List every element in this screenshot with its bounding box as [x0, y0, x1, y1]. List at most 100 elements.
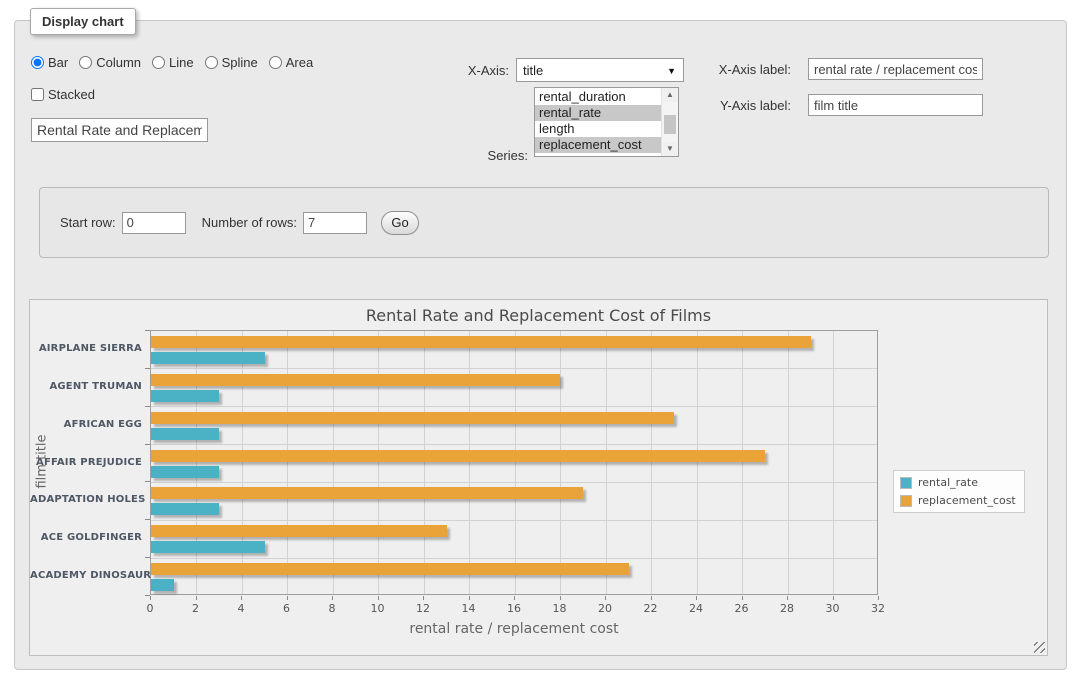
legend-item-rental_rate: rental_rate — [900, 476, 1016, 489]
x-tick-label: 6 — [272, 602, 302, 615]
chart-type-option-bar[interactable]: Bar — [31, 55, 68, 70]
x-tick-label: 0 — [135, 602, 165, 615]
x-axis-select-value: title — [523, 63, 543, 78]
legend-swatch-icon — [900, 495, 912, 507]
x-tick-label: 32 — [863, 602, 893, 615]
x-tick-mark — [378, 596, 379, 600]
resize-handle-icon[interactable] — [1034, 642, 1045, 653]
chart-type-radio-bar[interactable] — [31, 56, 44, 69]
x-tick-label: 4 — [226, 602, 256, 615]
x-tick-mark — [514, 596, 515, 600]
gridline-vertical — [697, 331, 698, 594]
category-label: AIRPLANE SIERRA — [30, 343, 142, 354]
chart-type-radio-line[interactable] — [152, 56, 165, 69]
series-listbox-scrollbar[interactable]: ▲ ▼ — [661, 88, 678, 156]
chart-legend: rental_rate replacement_cost — [893, 470, 1025, 513]
x-tick-mark — [742, 596, 743, 600]
stacked-checkbox[interactable] — [31, 88, 44, 101]
legend-item-replacement_cost: replacement_cost — [900, 494, 1016, 507]
gridline-vertical — [651, 331, 652, 594]
bar-rental_rate — [151, 428, 219, 440]
gridline-vertical — [560, 331, 561, 594]
scrollbar-thumb[interactable] — [664, 115, 676, 134]
stacked-label: Stacked — [48, 87, 95, 102]
series-option-rental_rate[interactable]: rental_rate — [535, 105, 661, 121]
gridline-vertical — [196, 331, 197, 594]
chart-type-option-area[interactable]: Area — [269, 55, 313, 70]
bar-replacement_cost — [151, 450, 765, 462]
bar-rental_rate — [151, 352, 265, 364]
gridline-vertical — [333, 331, 334, 594]
x-tick-mark — [651, 596, 652, 600]
scroll-up-icon[interactable]: ▲ — [663, 88, 677, 102]
legend-swatch-icon — [900, 477, 912, 489]
stacked-checkbox-row[interactable]: Stacked — [31, 87, 95, 102]
x-tick-mark — [833, 596, 834, 600]
x-axis-label-input[interactable] — [808, 58, 983, 80]
gridline-vertical — [469, 331, 470, 594]
chart-type-radio-spline[interactable] — [205, 56, 218, 69]
gridline-vertical — [606, 331, 607, 594]
series-option-rental_duration[interactable]: rental_duration — [535, 89, 661, 105]
y-tick-mark — [145, 595, 150, 596]
go-button[interactable]: Go — [381, 211, 419, 235]
x-tick-mark — [150, 596, 151, 600]
x-tick-mark — [287, 596, 288, 600]
x-tick-label: 24 — [681, 602, 711, 615]
bar-rental_rate — [151, 541, 265, 553]
x-tick-label: 26 — [727, 602, 757, 615]
chevron-down-icon: ▼ — [667, 66, 676, 76]
gridline-vertical — [742, 331, 743, 594]
x-tick-label: 14 — [454, 602, 484, 615]
start-row-input[interactable] — [122, 212, 186, 234]
gridline-vertical — [378, 331, 379, 594]
chart-type-radio-column[interactable] — [79, 56, 92, 69]
x-tick-mark — [787, 596, 788, 600]
bar-rental_rate — [151, 503, 219, 515]
x-tick-label: 2 — [181, 602, 211, 615]
y-tick-mark — [145, 368, 150, 369]
gridline-horizontal — [151, 406, 877, 407]
bar-rental_rate — [151, 466, 219, 478]
gridline-vertical — [242, 331, 243, 594]
chart-x-axis-title: rental rate / replacement cost — [150, 621, 878, 637]
gridline-vertical — [515, 331, 516, 594]
chart-type-option-column[interactable]: Column — [79, 55, 141, 70]
x-tick-label: 30 — [818, 602, 848, 615]
y-axis-label-input[interactable] — [808, 94, 983, 116]
y-tick-mark — [145, 519, 150, 520]
chart-panel: Rental Rate and Replacement Cost of Film… — [29, 299, 1048, 656]
y-tick-mark — [145, 406, 150, 407]
x-tick-label: 22 — [636, 602, 666, 615]
series-option-replacement_cost[interactable]: replacement_cost — [535, 137, 661, 153]
chart-type-option-spline[interactable]: Spline — [205, 55, 258, 70]
scroll-down-icon[interactable]: ▼ — [663, 142, 677, 156]
number-of-rows-input[interactable] — [303, 212, 367, 234]
y-axis-label-label: Y-Axis label: — [701, 98, 791, 113]
x-tick-mark — [560, 596, 561, 600]
chart-type-radio-area[interactable] — [269, 56, 282, 69]
x-axis-select[interactable]: title ▼ — [516, 58, 684, 82]
chart-title-input[interactable] — [31, 118, 208, 142]
chart-type-option-line[interactable]: Line — [152, 55, 194, 70]
number-of-rows-label: Number of rows: — [202, 215, 297, 230]
gridline-vertical — [424, 331, 425, 594]
series-listbox-label: Series: — [468, 148, 528, 163]
y-tick-mark — [145, 444, 150, 445]
x-tick-label: 10 — [363, 602, 393, 615]
series-listbox[interactable]: rental_durationrental_ratelengthreplacem… — [534, 87, 679, 157]
legend-label: replacement_cost — [918, 494, 1016, 507]
x-tick-label: 8 — [317, 602, 347, 615]
chart-type-label-spline: Spline — [222, 55, 258, 70]
category-label: AFRICAN EGG — [30, 419, 142, 430]
series-option-length[interactable]: length — [535, 121, 661, 137]
gridline-horizontal — [151, 368, 877, 369]
category-label: AFFAIR PREJUDICE — [30, 457, 142, 468]
display-chart-panel: Display chart BarColumnLineSplineArea St… — [14, 20, 1067, 670]
x-tick-mark — [605, 596, 606, 600]
chart-title: Rental Rate and Replacement Cost of Film… — [30, 306, 1047, 325]
chart-type-radios: Bar Column Line Spline Area — [31, 55, 313, 70]
bar-replacement_cost — [151, 525, 447, 537]
bar-replacement_cost — [151, 336, 811, 348]
gridline-horizontal — [151, 444, 877, 445]
